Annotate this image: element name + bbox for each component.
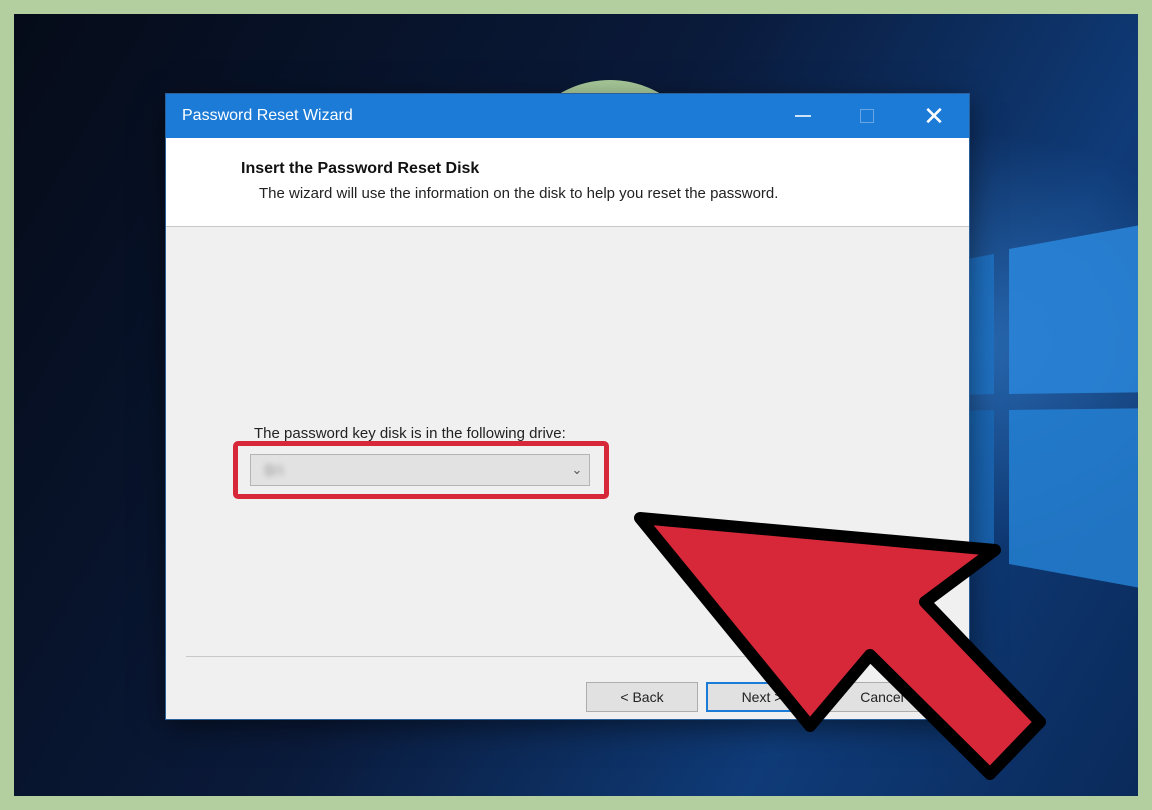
minimize-button[interactable] xyxy=(771,94,835,138)
maximize-button[interactable] xyxy=(835,94,899,138)
maximize-icon xyxy=(860,109,874,123)
page-subtitle: The wizard will use the information on t… xyxy=(259,185,779,202)
red-arrow-pointer xyxy=(634,512,1046,780)
window-title: Password Reset Wizard xyxy=(182,107,353,124)
page-title: Insert the Password Reset Disk xyxy=(241,160,480,177)
minimize-icon xyxy=(795,115,811,117)
drive-highlight-box xyxy=(233,441,609,499)
title-bar[interactable]: Password Reset Wizard ✕ xyxy=(166,94,969,138)
close-button[interactable]: ✕ xyxy=(899,94,969,138)
drive-label: The password key disk is in the followin… xyxy=(254,425,566,442)
wizard-header: Insert the Password Reset Disk The wizar… xyxy=(166,138,969,227)
close-icon: ✕ xyxy=(923,100,945,131)
